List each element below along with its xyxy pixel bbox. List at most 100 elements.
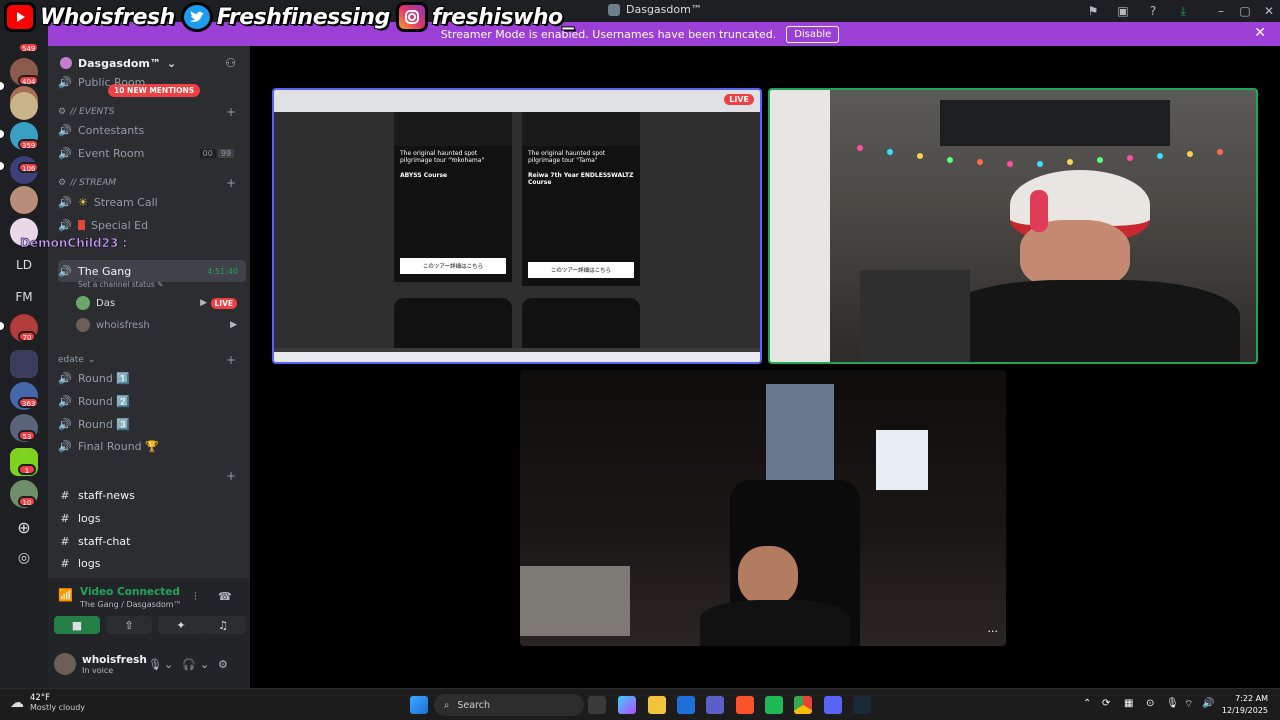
activities-button[interactable]: ✦ (158, 616, 204, 634)
add-channel-icon[interactable]: + (226, 353, 236, 367)
channel-the-gang[interactable]: 🔊 The Gang 4:51:40 (58, 260, 246, 282)
channel-round-3[interactable]: 🔊 Round 3️⃣ (58, 414, 246, 434)
steam-icon[interactable] (853, 696, 871, 714)
category-staff[interactable]: + (58, 468, 246, 484)
channel-logs-2[interactable]: # logs (58, 553, 246, 573)
server-ld[interactable]: LD (10, 258, 38, 272)
close-window-icon[interactable]: ✕ (1262, 4, 1276, 18)
category-edate[interactable]: edate ⌄ + (58, 352, 246, 368)
camera-icon: ▶ (230, 320, 237, 330)
screen-icon[interactable]: ▣ (1116, 4, 1130, 18)
discord-icon[interactable] (824, 696, 842, 714)
webcam-tile-das[interactable] (768, 88, 1258, 364)
string-lights (857, 145, 1223, 167)
face (738, 546, 798, 606)
search-placeholder: Search (457, 699, 490, 711)
voice-member-whoisfresh[interactable]: whoisfresh ▶ (76, 316, 241, 334)
add-channel-icon[interactable]: + (226, 176, 236, 190)
channel-round-2[interactable]: 🔊 Round 2️⃣ (58, 391, 246, 411)
twitter-handle: Freshfinessing (180, 2, 391, 32)
discover-icon[interactable]: ◎ (10, 550, 38, 566)
chevron-down-icon[interactable]: ⌄ (164, 658, 173, 671)
brave-browser-icon[interactable] (736, 696, 754, 714)
add-server-icon[interactable]: ⊕ (10, 518, 38, 537)
windows-start-icon[interactable] (410, 696, 428, 714)
microphone-icon[interactable]: 🎙 (1166, 698, 1179, 709)
network-icon[interactable]: ⊙ (1146, 698, 1154, 709)
channel-staff-chat[interactable]: # staff-chat (58, 531, 246, 551)
soundboard-button[interactable]: ♫ (200, 616, 246, 634)
voice-status[interactable]: Video Connected (80, 586, 180, 598)
download-icon[interactable]: ⤓ (1176, 4, 1190, 18)
tray-app-icon[interactable]: ▦ (1124, 698, 1133, 709)
server-avatar[interactable] (10, 92, 38, 120)
help-icon[interactable]: ? (1146, 4, 1160, 18)
screen-share-button[interactable]: ⇧ (106, 616, 152, 634)
minimize-icon[interactable]: – (1214, 4, 1228, 18)
noise-suppression-icon[interactable]: ⫶ (194, 590, 197, 604)
more-options-icon[interactable]: ··· (988, 625, 999, 638)
server-name: Dasgasdom™ (78, 56, 161, 70)
server-mention-badge: 70 (18, 331, 36, 342)
sync-icon[interactable]: ⟳ (1102, 698, 1110, 709)
channel-final-round[interactable]: 🔊 Final Round 🏆 (58, 436, 246, 456)
user-panel[interactable]: whoisfresh In voice 🎙 ⌄ 🎧 ⌄ ⚙ (54, 646, 244, 682)
headphones-icon[interactable]: 🎧 (182, 658, 196, 671)
invite-people-icon[interactable]: ⚇ (225, 56, 236, 70)
tour-card-course: ABYSS Course (400, 172, 448, 179)
speaker-icon: 🔊 (58, 75, 72, 89)
volume-icon[interactable]: 🔊 (1202, 698, 1214, 709)
wifi-icon[interactable]: ⌔ (1184, 698, 1193, 711)
speaker-icon: 🔊 (58, 439, 72, 453)
settings-gear-icon[interactable]: ⚙ (218, 658, 228, 671)
webcam-tile-whoisfresh[interactable]: ··· (520, 370, 1006, 646)
app-icon[interactable] (765, 696, 783, 714)
taskbar-search[interactable]: ⌕ Search (434, 694, 584, 716)
close-banner-icon[interactable]: ✕ (1254, 25, 1266, 41)
channel-status[interactable]: Set a channel status ✎ (78, 280, 163, 289)
teams-icon[interactable] (706, 696, 724, 714)
maximize-icon[interactable]: ▢ (1238, 4, 1252, 18)
microphone-icon[interactable]: 🎙 (148, 658, 162, 671)
inbox-flag-icon[interactable]: ⚑ (1086, 4, 1100, 18)
file-explorer-icon[interactable] (648, 696, 666, 714)
weather-widget[interactable]: ☁ 42°F Mostly cloudy (10, 693, 85, 712)
disable-button[interactable]: Disable (786, 25, 840, 43)
task-view-icon[interactable] (588, 696, 606, 714)
camera-toggle-button[interactable]: ■ (54, 616, 100, 634)
server-fm[interactable]: FM (10, 290, 38, 304)
channel-special-ed[interactable]: 🔊 Special Ed (58, 215, 246, 235)
chrome-icon[interactable] (794, 696, 812, 714)
channel-logs[interactable]: # logs (58, 508, 246, 528)
add-channel-icon[interactable]: + (226, 469, 236, 483)
channel-event-room[interactable]: 🔊 Event Room 00 99 (58, 143, 246, 163)
copilot-icon[interactable] (618, 696, 636, 714)
channel-contestants[interactable]: 🔊 Contestants (58, 120, 246, 140)
member-name: Das (96, 297, 116, 309)
folder-icon[interactable] (10, 350, 38, 378)
channel-stream-call[interactable]: 🔊 ☀ Stream Call (58, 192, 246, 212)
chevron-up-icon[interactable]: ⌃ (1083, 698, 1091, 709)
server-mention-badge: 10 (18, 496, 36, 507)
voice-member-das[interactable]: Das ▶ LIVE (76, 294, 241, 312)
category-events[interactable]: ⚙ // Events + (58, 104, 246, 120)
store-icon[interactable] (677, 696, 695, 714)
live-badge: LIVE (724, 94, 754, 105)
tour-card-image (522, 112, 640, 146)
overlay-username: DemonChild23 : (20, 236, 128, 251)
server-avatar[interactable] (10, 186, 38, 214)
search-icon: ⌕ (444, 699, 450, 711)
channel-round-1[interactable]: 🔊 Round 1️⃣ (58, 368, 246, 388)
tour-card-image (394, 112, 512, 146)
category-stream[interactable]: ⚙ // STREAM + (58, 175, 246, 191)
add-channel-icon[interactable]: + (226, 105, 236, 119)
chevron-down-icon[interactable]: ⌄ (200, 658, 209, 671)
taskbar-clock[interactable]: 7:22 AM 12/19/2025 (1222, 693, 1268, 717)
channel-staff-news[interactable]: # staff-news (58, 485, 246, 505)
screen-share-tile[interactable]: The original haunted spot pilgrimage tou… (272, 88, 762, 364)
voice-location[interactable]: The Gang / Dasgasdom™ (80, 600, 182, 609)
hash-icon: # (60, 556, 70, 570)
channel-public-room[interactable]: 🔊 Public Room (58, 72, 246, 92)
disconnect-icon[interactable]: ☎ (218, 590, 232, 603)
user-name: whoisfresh (82, 653, 147, 666)
